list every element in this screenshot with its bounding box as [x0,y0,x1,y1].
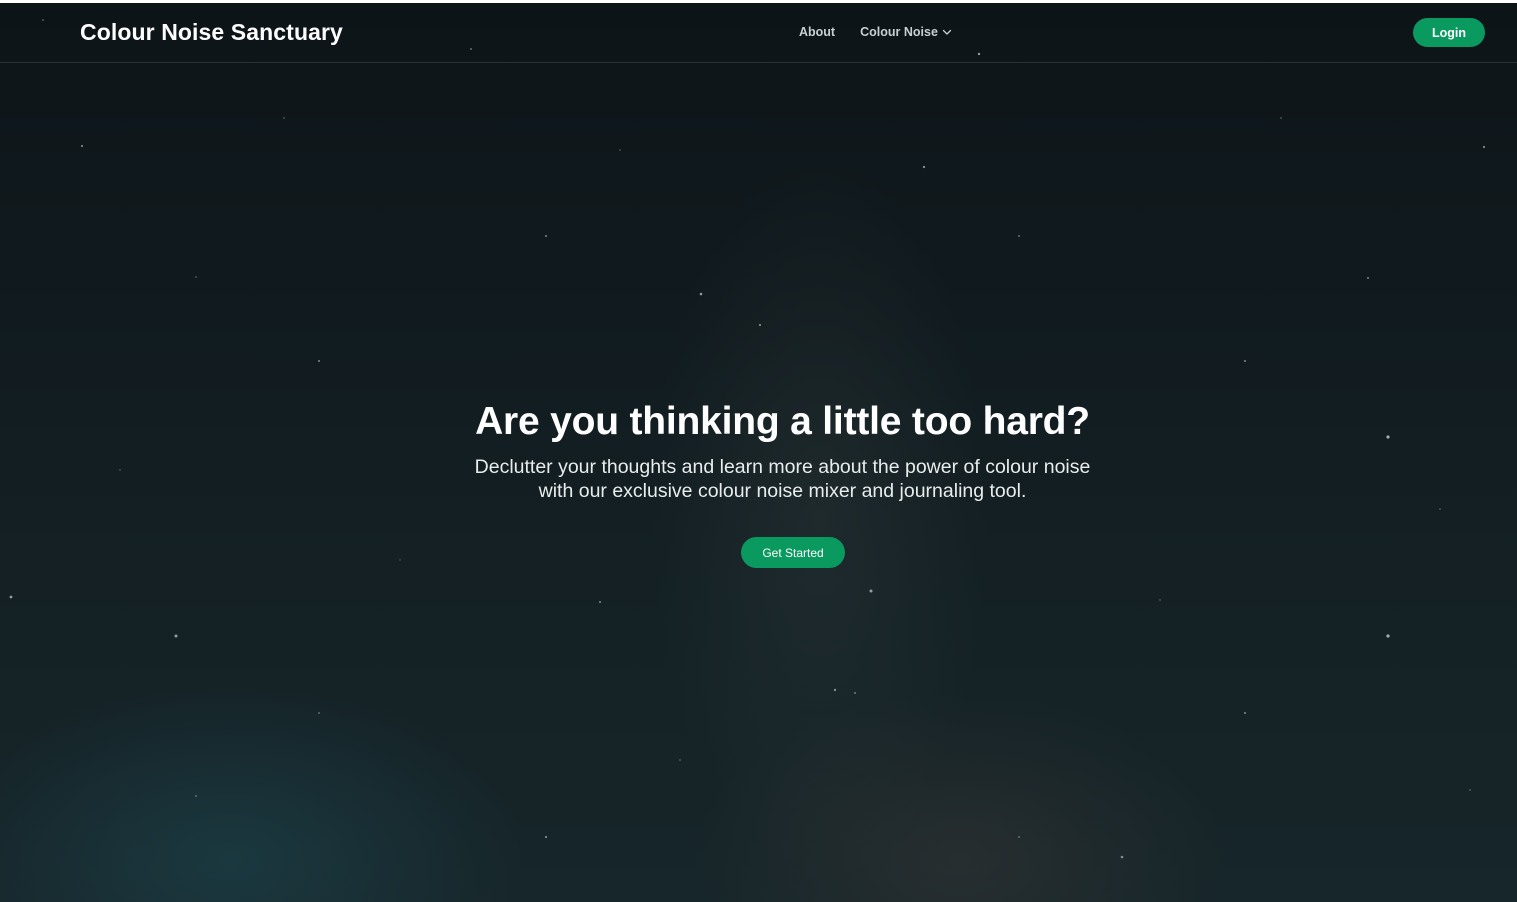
starfield-background [9,19,1486,859]
landing-page: Colour Noise Sanctuary About Colour Nois… [0,0,1517,902]
nav-colour-noise-dropdown[interactable]: Colour Noise [860,25,952,39]
hero-subtitle-line-2: with our exclusive colour noise mixer an… [538,480,1027,502]
nav-links: About Colour Noise [799,25,952,39]
get-started-button[interactable]: Get Started [741,537,845,568]
navbar: Colour Noise Sanctuary About Colour Nois… [0,3,1517,63]
nav-about-link[interactable]: About [799,25,835,39]
chevron-down-icon [942,29,952,35]
hero-subtitle: Declutter your thoughts and learn more a… [0,455,1517,503]
nav-colour-noise-label: Colour Noise [860,25,938,39]
login-button[interactable]: Login [1413,18,1485,47]
hero-subtitle-line-1: Declutter your thoughts and learn more a… [474,456,1091,478]
hero-title: Are you thinking a little too hard? [475,400,1090,443]
brand-logo[interactable]: Colour Noise Sanctuary [80,19,343,46]
